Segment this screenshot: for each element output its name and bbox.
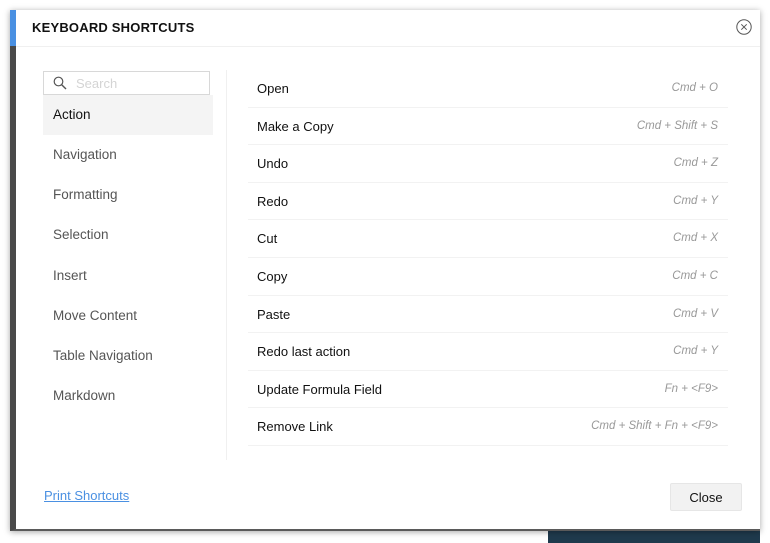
shortcut-row: Paste Cmd + V bbox=[248, 296, 728, 334]
vertical-divider bbox=[226, 70, 227, 460]
sidebar-item-move-content[interactable]: Move Content bbox=[43, 296, 213, 336]
close-button[interactable]: Close bbox=[670, 483, 742, 511]
sidebar-item-table-navigation[interactable]: Table Navigation bbox=[43, 336, 213, 376]
dialog-title: KEYBOARD SHORTCUTS bbox=[32, 20, 195, 35]
shortcut-name: Redo bbox=[257, 193, 289, 209]
shortcut-keys: Cmd + Shift + S bbox=[636, 119, 718, 132]
shortcut-list: Open Cmd + O Make a Copy Cmd + Shift + S Und… bbox=[248, 70, 728, 446]
shortcut-name: Remove Link bbox=[257, 419, 333, 435]
sidebar-item-formatting[interactable]: Formatting bbox=[43, 175, 213, 215]
shortcut-name: Cut bbox=[257, 231, 278, 247]
shortcut-keys: Cmd + Y bbox=[673, 194, 718, 207]
search-icon bbox=[53, 76, 67, 90]
shortcut-keys: Fn + <F9> bbox=[664, 382, 718, 395]
shortcut-keys: Cmd + Shift + Fn + <F9> bbox=[591, 420, 718, 433]
category-list: Action Navigation Formatting Selection Inser… bbox=[43, 95, 213, 416]
shortcut-row: Cut Cmd + X bbox=[248, 220, 728, 258]
sidebar-item-insert[interactable]: Insert bbox=[43, 256, 213, 296]
shortcut-row: Redo last action Cmd + Y bbox=[248, 333, 728, 371]
shortcut-row: Undo Cmd + Z bbox=[248, 145, 728, 183]
dialog-header: KEYBOARD SHORTCUTS bbox=[16, 10, 760, 47]
sidebar-item-markdown[interactable]: Markdown bbox=[43, 376, 213, 416]
close-icon[interactable] bbox=[736, 19, 752, 35]
shortcut-name: Open bbox=[257, 81, 289, 96]
shortcut-name: Undo bbox=[257, 156, 289, 172]
sidebar-item-navigation[interactable]: Navigation bbox=[43, 135, 213, 175]
shortcut-row: Remove Link Cmd + Shift + Fn + <F9> bbox=[248, 408, 728, 446]
shortcut-name: Update Formula Field bbox=[257, 381, 382, 397]
sidebar-item-selection[interactable]: Selection bbox=[43, 215, 213, 255]
shortcut-keys: Cmd + Z bbox=[673, 157, 718, 170]
shortcut-keys: Cmd + C bbox=[672, 269, 718, 282]
shortcut-keys: Cmd + X bbox=[672, 232, 718, 245]
shortcut-keys: Cmd + O bbox=[671, 82, 718, 94]
search-box bbox=[43, 71, 210, 95]
shortcut-row: Copy Cmd + C bbox=[248, 258, 728, 296]
shortcut-name: Make a Copy bbox=[257, 118, 334, 134]
shortcut-keys: Cmd + V bbox=[672, 307, 718, 320]
shortcut-name: Redo last action bbox=[257, 344, 351, 360]
shortcut-keys: Cmd + Y bbox=[673, 345, 718, 358]
sidebar-item-action[interactable]: Action bbox=[43, 95, 213, 135]
shortcut-name: Paste bbox=[257, 306, 291, 322]
shortcut-row: Redo Cmd + Y bbox=[248, 183, 728, 221]
print-shortcuts-link[interactable]: Print Shortcuts bbox=[44, 488, 129, 503]
shortcut-row: Open Cmd + O bbox=[248, 70, 728, 108]
search-input[interactable] bbox=[76, 74, 204, 92]
keyboard-shortcuts-dialog: KEYBOARD SHORTCUTS ActionNavigationForma… bbox=[10, 10, 760, 531]
shortcut-name: Copy bbox=[257, 268, 288, 284]
shortcut-row: Make a Copy Cmd + Shift + S bbox=[248, 108, 728, 146]
category-sidebar: ActionNavigationFormattingSelectionInser… bbox=[43, 71, 213, 416]
shortcut-row: Update Formula Field Fn + <F9> bbox=[248, 371, 728, 409]
